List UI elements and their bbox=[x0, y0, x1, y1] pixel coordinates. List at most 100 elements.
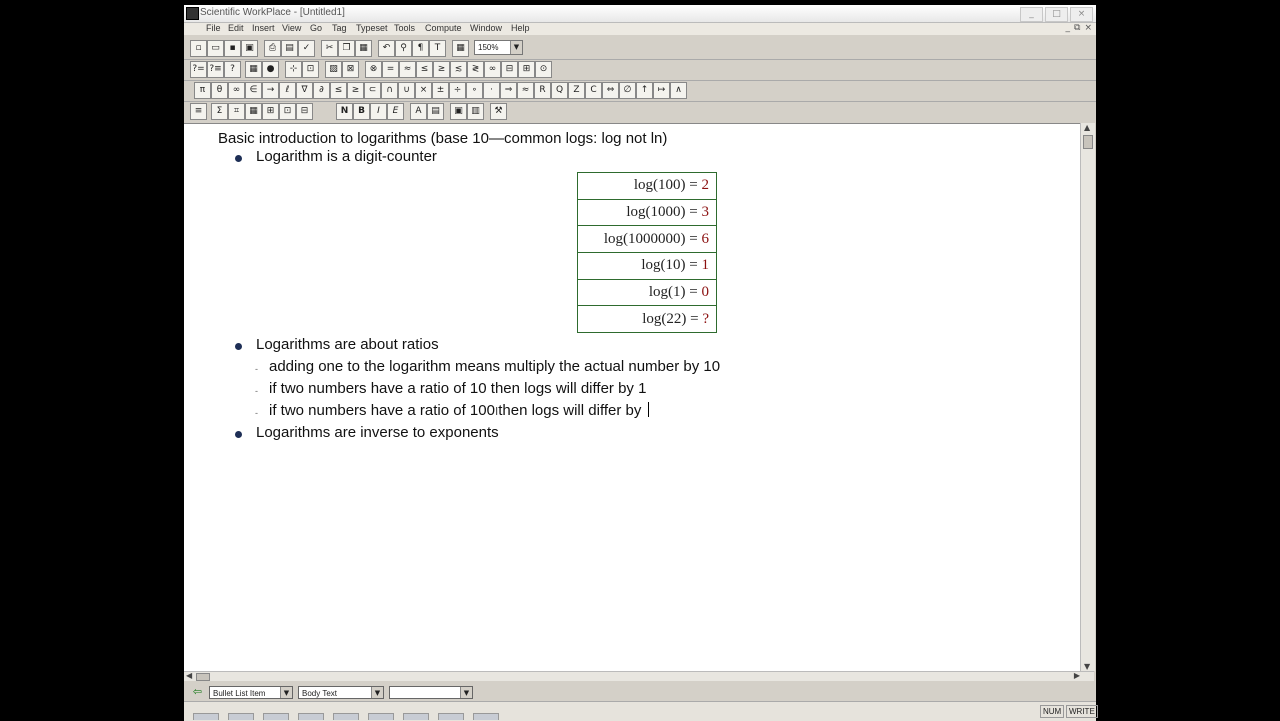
approx-icon[interactable]: ≈ bbox=[399, 61, 416, 78]
image-icon[interactable]: ▣ bbox=[450, 103, 467, 120]
save-all-icon[interactable]: ▣ bbox=[241, 40, 258, 57]
paragraph-icon[interactable]: ≡ bbox=[190, 103, 207, 120]
font-icon[interactable]: A bbox=[410, 103, 427, 120]
brackets-icon[interactable]: ⊟ bbox=[296, 103, 313, 120]
wedge-icon[interactable]: ∧ bbox=[670, 82, 687, 99]
theta-icon[interactable]: θ bbox=[211, 82, 228, 99]
paste-icon[interactable]: ▦ bbox=[355, 40, 372, 57]
taskbar-button[interactable] bbox=[473, 713, 499, 720]
taskbar-button[interactable] bbox=[298, 713, 324, 720]
arrow-up-icon[interactable]: ↑ bbox=[636, 82, 653, 99]
zoom-select[interactable]: 150% ▼ bbox=[474, 40, 523, 55]
empty-set-icon[interactable]: ∅ bbox=[619, 82, 636, 99]
minus-box-icon[interactable]: ⊟ bbox=[501, 61, 518, 78]
taskbar-button[interactable] bbox=[263, 713, 289, 720]
leq-icon[interactable]: ≤ bbox=[416, 61, 433, 78]
menu-edit[interactable]: Edit bbox=[228, 23, 244, 33]
plot-zoom-icon[interactable]: ⊠ bbox=[342, 61, 359, 78]
lesssim-icon[interactable]: ≲ bbox=[450, 61, 467, 78]
geq-symbol-icon[interactable]: ≥ bbox=[347, 82, 364, 99]
simplify-icon[interactable]: ? bbox=[224, 61, 241, 78]
copy-icon[interactable]: ❐ bbox=[338, 40, 355, 57]
doc-close-button[interactable]: × bbox=[1084, 23, 1092, 33]
menu-file[interactable]: File bbox=[206, 23, 221, 33]
menu-compute[interactable]: Compute bbox=[425, 23, 462, 33]
geq-icon[interactable]: ≥ bbox=[433, 61, 450, 78]
undo-icon[interactable]: ↶ bbox=[378, 40, 395, 57]
menu-help[interactable]: Help bbox=[511, 23, 530, 33]
print-icon[interactable]: ⎙ bbox=[264, 40, 281, 57]
spell-icon[interactable]: ✓ bbox=[298, 40, 315, 57]
bold-icon[interactable]: B bbox=[353, 103, 370, 120]
plot-polar-icon[interactable]: ▨ bbox=[325, 61, 342, 78]
plus-box-icon[interactable]: ⊞ bbox=[518, 61, 535, 78]
ell-icon[interactable]: ℓ bbox=[279, 82, 296, 99]
maximize-button[interactable]: □ bbox=[1045, 7, 1068, 22]
menu-tools[interactable]: Tools bbox=[394, 23, 415, 33]
times-icon[interactable]: × bbox=[415, 82, 432, 99]
fragment-icon[interactable]: ▤ bbox=[427, 103, 444, 120]
taskbar-button[interactable] bbox=[438, 713, 464, 720]
vertical-scrollbar[interactable]: ▲ ▼ bbox=[1080, 123, 1095, 671]
menu-view[interactable]: View bbox=[282, 23, 301, 33]
menu-typeset[interactable]: Typeset bbox=[356, 23, 388, 33]
arrow-right-icon[interactable]: → bbox=[262, 82, 279, 99]
menu-tag[interactable]: Tag bbox=[332, 23, 347, 33]
text-icon[interactable]: T bbox=[429, 40, 446, 57]
complex-icon[interactable]: C bbox=[585, 82, 602, 99]
equals-icon[interactable]: = bbox=[382, 61, 399, 78]
evaluate-icon[interactable]: ?= bbox=[190, 61, 207, 78]
pilcrow-icon[interactable]: ¶ bbox=[412, 40, 429, 57]
scroll-down-icon[interactable]: ▼ bbox=[1084, 662, 1090, 671]
new-icon[interactable]: ▫ bbox=[190, 40, 207, 57]
union-icon[interactable]: ∪ bbox=[398, 82, 415, 99]
hammer-icon[interactable]: ⚒ bbox=[490, 103, 507, 120]
expand-icon[interactable]: ⊗ bbox=[365, 61, 382, 78]
scroll-right-icon[interactable]: ▶ bbox=[1074, 671, 1080, 680]
number-icon[interactable]: ⌗ bbox=[228, 103, 245, 120]
minimize-button[interactable]: _ bbox=[1020, 7, 1043, 22]
taskbar-button[interactable] bbox=[403, 713, 429, 720]
lessgtr-icon[interactable]: ≷ bbox=[467, 61, 484, 78]
save-icon[interactable]: ▪ bbox=[224, 40, 241, 57]
sum-icon[interactable]: Σ bbox=[211, 103, 228, 120]
menu-go[interactable]: Go bbox=[310, 23, 322, 33]
reals-icon[interactable]: R bbox=[534, 82, 551, 99]
taskbar-button[interactable] bbox=[368, 713, 394, 720]
sub-bullet-text[interactable]: if two numbers have a ratio of 100Ithen … bbox=[269, 402, 649, 419]
plus-minus-icon[interactable]: ± bbox=[432, 82, 449, 99]
scroll-up-icon[interactable]: ▲ bbox=[1084, 123, 1090, 132]
taskbar-button[interactable] bbox=[193, 713, 219, 720]
close-button[interactable]: × bbox=[1070, 7, 1093, 22]
infinity-symbol-icon[interactable]: ∞ bbox=[228, 82, 245, 99]
text-tag-select[interactable]: Body Text ▼ bbox=[298, 686, 384, 699]
record-icon[interactable]: ● bbox=[262, 61, 279, 78]
plot-2d-icon[interactable]: ⊹ bbox=[285, 61, 302, 78]
back-arrow-icon[interactable]: ⇦ bbox=[190, 685, 205, 698]
normal-style-icon[interactable]: N bbox=[336, 103, 353, 120]
scroll-thumb[interactable] bbox=[1083, 135, 1093, 149]
italic-icon[interactable]: I bbox=[370, 103, 387, 120]
item-tag-select[interactable]: Bullet List Item ▼ bbox=[209, 686, 293, 699]
evaluate-numeric-icon[interactable]: ?≡ bbox=[207, 61, 224, 78]
integers-icon[interactable]: Z bbox=[568, 82, 585, 99]
nabla-icon[interactable]: ∇ bbox=[296, 82, 313, 99]
doc-minimize-button[interactable]: _ bbox=[1066, 23, 1071, 33]
doc-restore-button[interactable]: ⧉ bbox=[1074, 23, 1080, 33]
leq-symbol-icon[interactable]: ≤ bbox=[330, 82, 347, 99]
mapsto-icon[interactable]: ↦ bbox=[653, 82, 670, 99]
chevron-down-icon[interactable]: ▼ bbox=[280, 687, 292, 698]
cut-icon[interactable]: ✂ bbox=[321, 40, 338, 57]
matrix-icon[interactable]: ▦ bbox=[245, 61, 262, 78]
horizontal-scrollbar[interactable]: ◀ ▶ bbox=[184, 671, 1094, 681]
taskbar-button[interactable] bbox=[333, 713, 359, 720]
frame-icon[interactable]: ▥ bbox=[467, 103, 484, 120]
grid-icon[interactable]: ▦ bbox=[245, 103, 262, 120]
document-area[interactable]: Basic introduction to logarithms (base 1… bbox=[184, 123, 1080, 672]
open-icon[interactable]: ▭ bbox=[207, 40, 224, 57]
chevron-down-icon[interactable]: ▼ bbox=[510, 41, 522, 54]
rationals-icon[interactable]: Q bbox=[551, 82, 568, 99]
table-icon[interactable]: ▦ bbox=[452, 40, 469, 57]
scroll-left-icon[interactable]: ◀ bbox=[186, 671, 192, 680]
infinity-icon[interactable]: ∞ bbox=[484, 61, 501, 78]
